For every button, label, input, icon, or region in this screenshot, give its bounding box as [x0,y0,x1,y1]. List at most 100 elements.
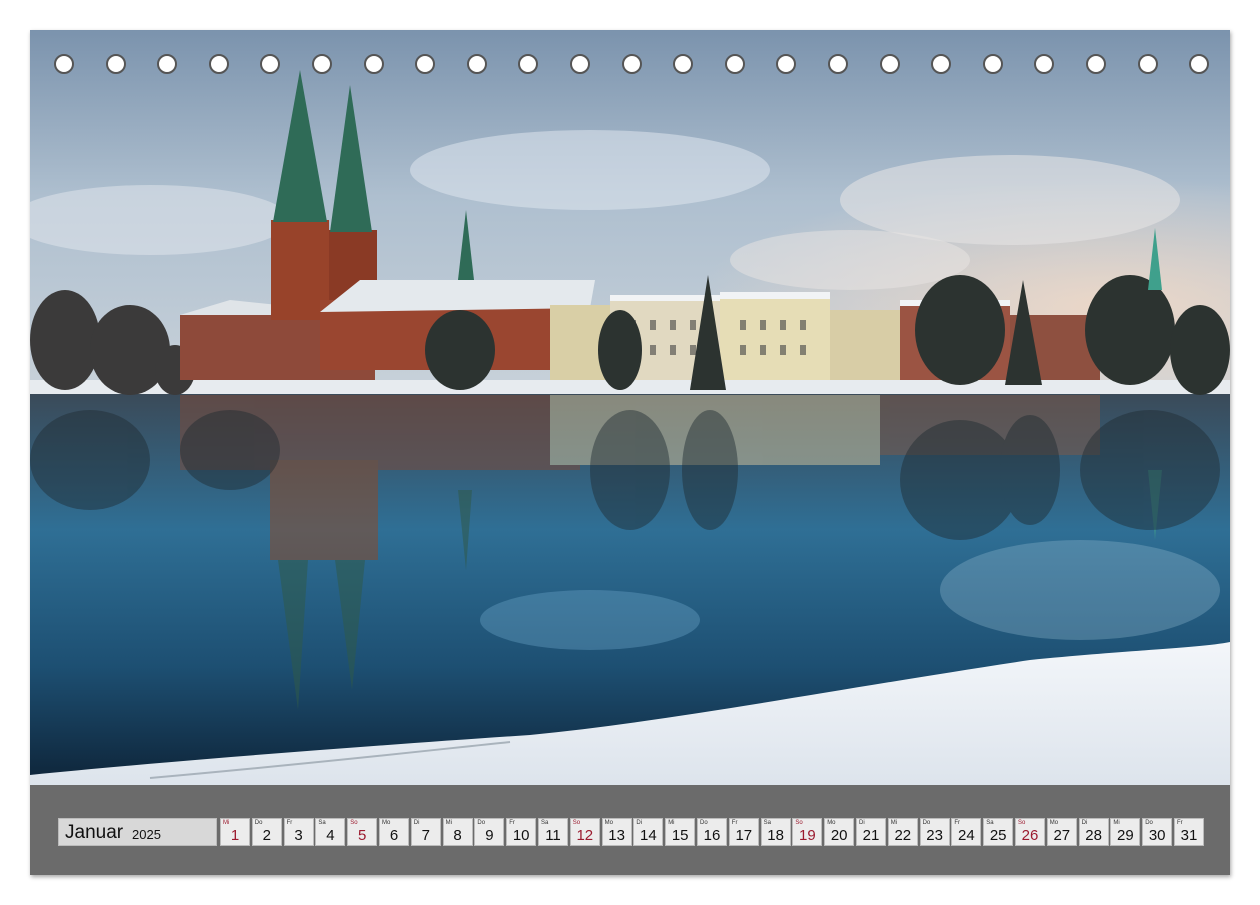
weekday-label: Do [1145,820,1153,826]
weekday-label: Do [700,820,708,826]
day-cell: Di 21 [856,818,886,846]
weekday-label: Mi [223,820,230,826]
weekday-label: Mo [827,820,836,826]
binding-ring [673,54,694,74]
weekday-label: Fr [286,820,293,826]
binding-ring [312,54,332,74]
weekday-label: Fr [731,820,738,826]
day-number: 16 [703,827,721,844]
day-cell: Mo 13 [601,818,632,846]
binding-ring [518,54,539,74]
day-cell: Di 28 [1078,818,1109,846]
day-cell: So 5 [347,818,378,846]
day-cell: So 19 [792,818,823,846]
weekday-label: Fr [509,820,515,826]
calendar-strip: Januar 2025 Mi 1 Do 2 Fr 3 Sa 4 So 5 Mo 6 Di 7 Mi 8 Do 9 F… [30,785,1230,875]
binding-ring [466,54,487,74]
month-name: Januar [65,822,124,843]
day-number: 31 [1180,827,1198,844]
day-cell: Mo 20 [824,818,855,846]
weekday-label: Mi [445,820,452,826]
binding-rings [30,54,1230,80]
weekday-label: So [1018,820,1026,826]
day-cell: Fr 3 [283,818,314,846]
binding-ring [879,54,900,74]
day-cell: Sa 25 [983,818,1014,846]
weekday-label: Fr [1177,820,1183,826]
day-number: 10 [512,827,530,844]
weekday-label: Sa [318,820,326,826]
day-number: 14 [640,827,657,844]
day-number: 30 [1148,827,1166,844]
day-cell: Fr 10 [506,818,537,846]
weekday-label: Fr [954,820,961,826]
day-cell: Mi 29 [1110,818,1141,846]
weekday-label: Di [859,820,865,826]
day-cell: Do 30 [1142,818,1173,846]
binding-ring [1137,54,1158,74]
weekday-label: So [350,820,358,826]
binding-ring [931,54,952,74]
day-cell: Fr 31 [1174,818,1204,846]
binding-ring [260,54,281,74]
day-number: 18 [767,827,784,844]
day-number: 7 [421,827,430,844]
binding-ring [724,54,745,74]
binding-ring [1189,54,1210,74]
month-year: 2025 [132,827,161,842]
day-number: 8 [453,827,462,844]
day-number: 28 [1085,827,1102,844]
day-cell: Mo 27 [1046,818,1077,846]
weekday-label: Do [477,820,486,826]
weekday-label: Sa [986,820,994,826]
day-number: 29 [1117,827,1134,844]
day-number: 26 [1021,827,1039,844]
day-number: 11 [545,827,561,844]
binding-ring [982,54,1003,74]
day-cell: Di 14 [633,818,664,846]
day-number: 12 [576,827,594,844]
cathedral-lake-photo [30,30,1230,785]
day-number: 1 [230,827,240,844]
weekday-label: So [572,820,581,826]
day-number: 15 [671,827,689,844]
day-cell: Mi 8 [442,818,473,846]
day-cell: Do 2 [251,818,282,846]
weekday-label: Do [922,820,931,826]
day-cell: So 26 [1015,818,1045,846]
weekday-label: Di [1081,820,1088,826]
day-number: 25 [989,827,1007,844]
weekday-label: Mo [382,820,391,826]
day-cell: Do 9 [474,818,505,846]
weekday-label: Mi [668,820,675,826]
binding-ring [208,54,229,74]
day-number: 21 [862,827,880,844]
binding-ring [828,54,848,74]
day-cell: Sa 11 [538,818,568,846]
day-cell: Sa 4 [315,818,346,846]
day-cell: Fr 24 [951,818,982,846]
weekday-label: Di [636,820,643,826]
day-number: 13 [608,827,625,844]
binding-ring [105,54,126,74]
day-number: 3 [294,827,303,844]
binding-ring [1086,54,1106,74]
day-number: 4 [326,827,335,844]
day-number: 6 [389,827,399,844]
day-number: 9 [485,827,494,844]
binding-ring [621,54,642,74]
binding-ring [157,54,178,74]
day-number: 23 [926,827,943,844]
weekday-label: Mi [1113,820,1120,826]
day-cell: Do 23 [919,818,950,846]
day-number: 19 [799,827,816,844]
calendar-page: Januar 2025 Mi 1 Do 2 Fr 3 Sa 4 So 5 Mo 6 Di 7 Mi 8 Do 9 F… [30,30,1230,875]
day-number: 20 [830,827,848,844]
day-number: 5 [358,827,367,844]
weekday-label: Di [413,820,420,826]
weekday-label: Mo [1049,820,1059,826]
day-number: 27 [1053,827,1071,844]
day-cell: Sa 18 [760,818,791,846]
day-cell: Fr 17 [728,818,759,846]
weekday-label: Do [254,820,263,826]
